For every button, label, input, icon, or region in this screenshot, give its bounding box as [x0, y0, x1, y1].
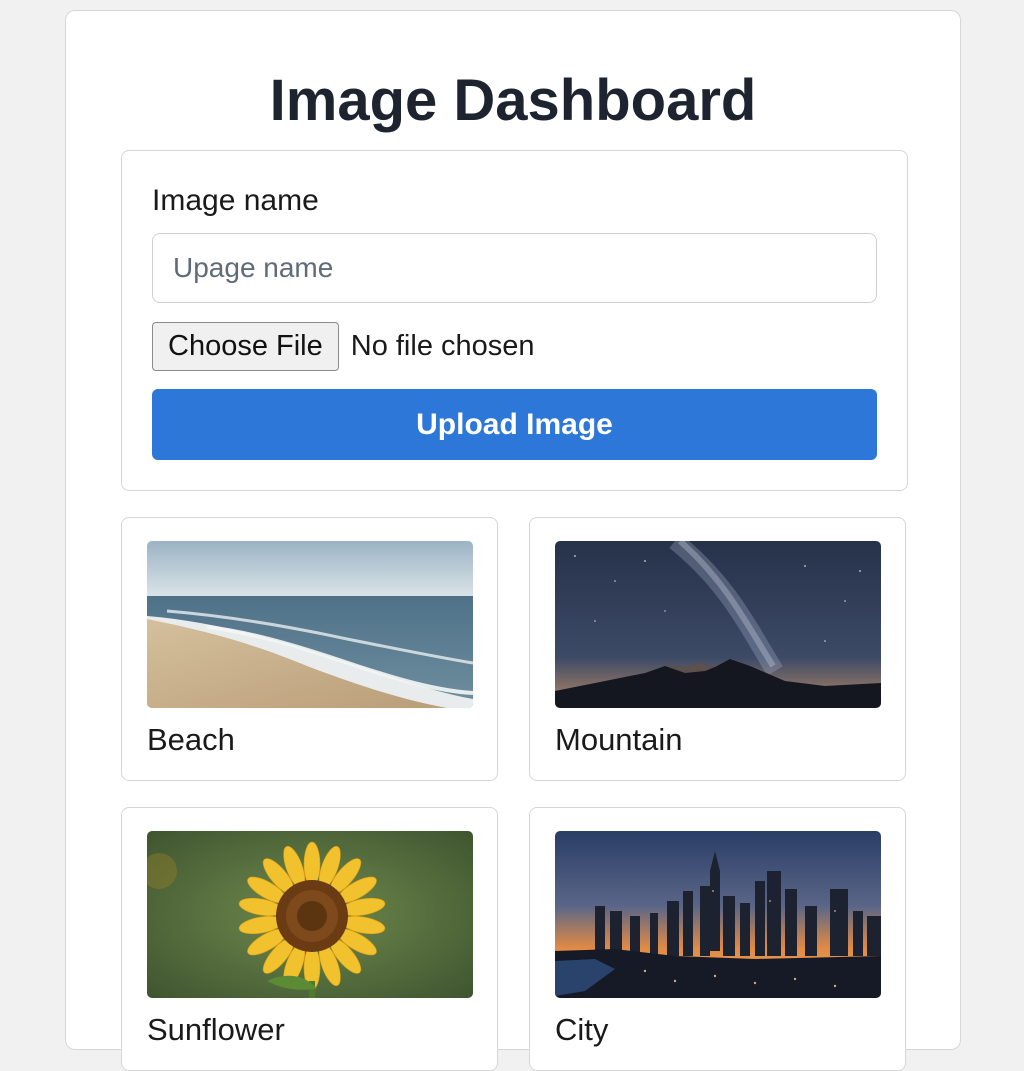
city-image [555, 831, 881, 998]
gallery-caption: Beach [147, 722, 235, 757]
gallery-card-beach[interactable]: Beach [121, 517, 498, 781]
dashboard-panel: Image Dashboard Image name Choose File N… [65, 10, 961, 1071]
gallery-card-city[interactable]: City [529, 807, 906, 1071]
upload-form-card: Image name Choose File No file chosen Up… [121, 150, 908, 491]
file-status-text: No file chosen [350, 329, 535, 362]
gallery-caption: Mountain [555, 722, 683, 757]
gallery-card-sunflower[interactable]: Sunflower [121, 807, 498, 1071]
sunflower-image [147, 831, 473, 998]
file-picker: Choose File No file chosen [152, 321, 535, 371]
image-name-input[interactable] [152, 233, 877, 303]
upload-image-button[interactable]: Upload Image [152, 389, 877, 460]
beach-image [147, 541, 473, 708]
page-title: Image Dashboard [269, 68, 757, 133]
choose-file-button[interactable]: Choose File [152, 321, 339, 371]
image-name-label: Image name [152, 184, 319, 217]
gallery-caption: City [555, 1012, 609, 1047]
gallery-card-mountain[interactable]: Mountain [529, 517, 906, 781]
mountain-image [555, 541, 881, 708]
gallery-caption: Sunflower [147, 1012, 285, 1047]
